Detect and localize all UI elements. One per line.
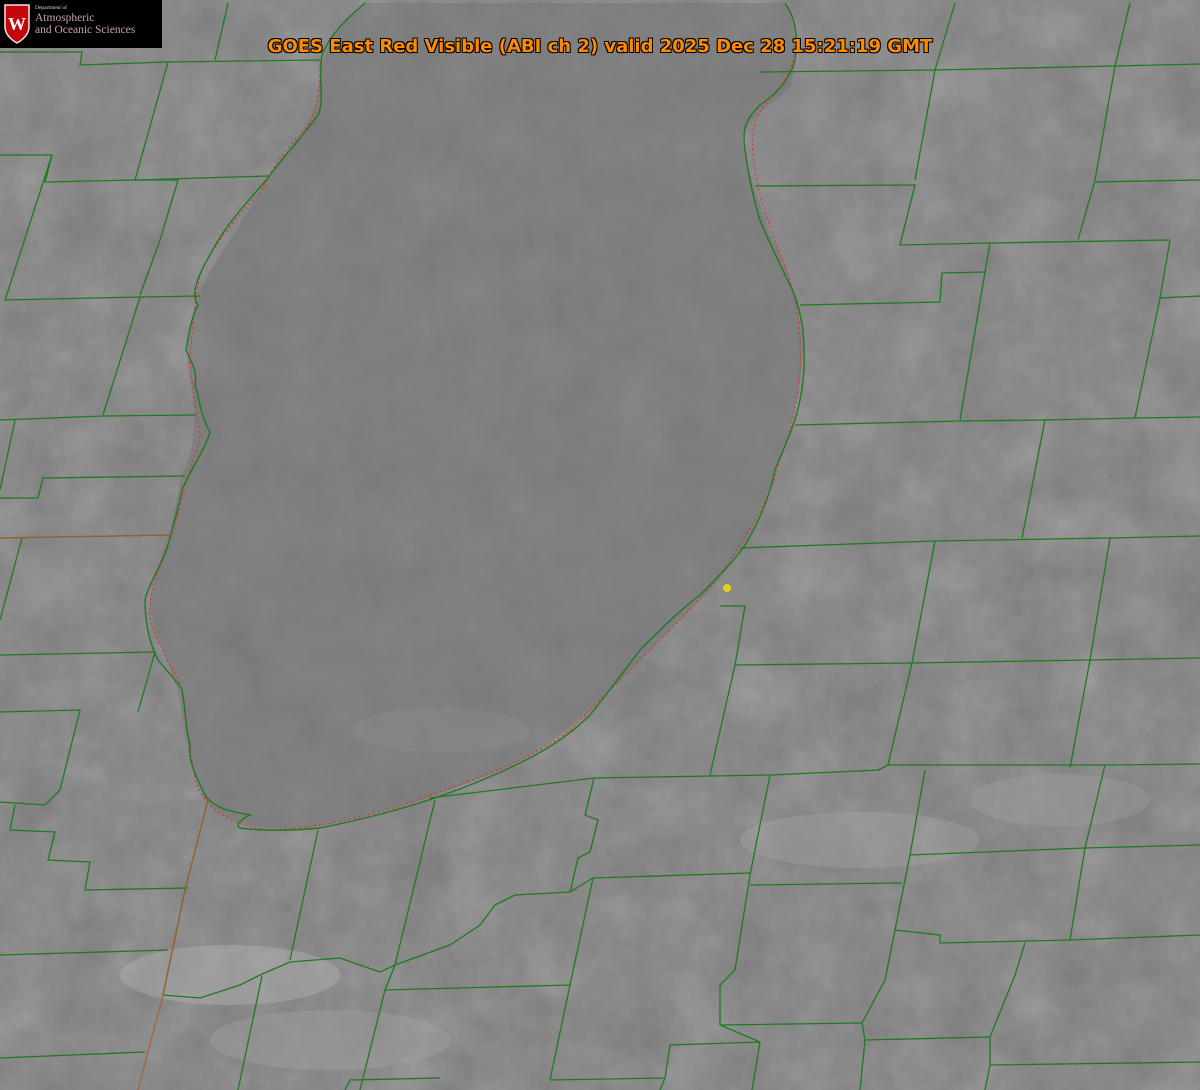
logo-line-2: and Oceanic Sciences [35,24,136,36]
logo-line-1: Atmospheric [35,11,95,24]
crest-letter: W [8,14,26,34]
logo-department: Department of [35,5,67,11]
satellite-map [0,0,1200,1090]
station-marker [723,584,731,592]
image-title: GOES East Red Visible (ABI ch 2) valid 2… [267,36,933,57]
